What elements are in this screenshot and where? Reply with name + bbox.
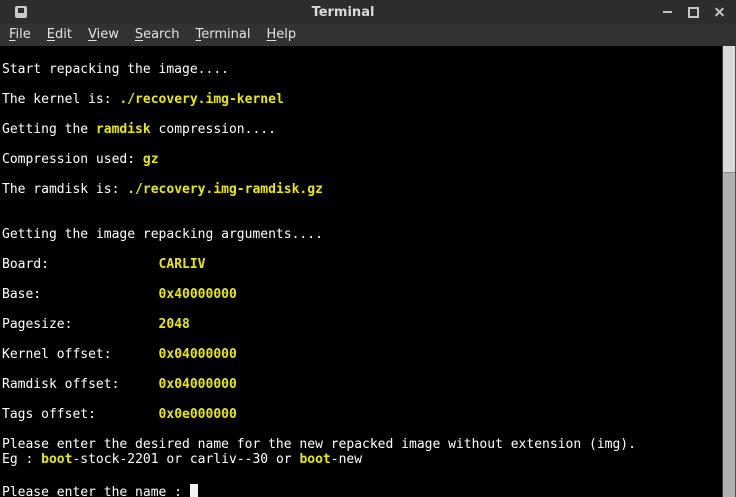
terminal-text-highlight: ./recovery.img-kernel [119, 92, 284, 107]
terminal-text-highlight: 0x04000000 [158, 347, 237, 362]
scrollbar-thumb[interactable] [723, 172, 735, 497]
terminal-line: Start repacking the image.... [2, 62, 722, 77]
terminal-text-highlight: ./recovery.img-ramdisk.gz [127, 182, 323, 197]
terminal-app-icon [15, 6, 27, 18]
terminal-text: Compression used: [2, 152, 143, 167]
terminal-text: -stock-2201 or carliv--30 or [72, 452, 300, 467]
terminal-text-highlight: ramdisk [95, 122, 151, 137]
terminal-text-highlight: 0x40000000 [158, 287, 237, 302]
terminal-line: Pagesize: 2048 [2, 317, 722, 332]
terminal-line: Board: CARLIV [2, 257, 722, 272]
terminal-text: compression.... [150, 122, 276, 137]
terminal-text: Start repacking the image.... [2, 62, 229, 77]
terminal-text: Board: [2, 257, 159, 272]
terminal-text: Getting the [2, 122, 96, 137]
terminal-line: Kernel offset: 0x04000000 [2, 347, 722, 362]
terminal-text-highlight: CARLIV [158, 257, 206, 272]
menu-help[interactable]: Help [258, 24, 304, 46]
text-cursor [189, 484, 198, 497]
maximize-icon [688, 6, 699, 18]
terminal-line: Ramdisk offset: 0x04000000 [2, 377, 722, 392]
terminal-line: Please enter the name : [2, 482, 722, 497]
menubar: File Edit View Search Terminal Help [0, 24, 736, 46]
terminal-text: -new [330, 452, 363, 467]
terminal-line: Eg : boot-stock-2201 or carliv--30 or bo… [2, 452, 722, 467]
window-controls [659, 4, 728, 21]
menu-file[interactable]: File [1, 24, 39, 46]
terminal-text: Please enter the desired name for the ne… [2, 437, 636, 452]
terminal-text: Tags offset: [2, 407, 159, 422]
menu-terminal[interactable]: Terminal [188, 24, 259, 46]
terminal-text: The ramdisk is: [2, 182, 128, 197]
terminal-text-highlight: boot [41, 452, 73, 467]
terminal-window: Terminal File Edit View Search Terminal Help … [0, 0, 736, 497]
titlebar[interactable]: Terminal [0, 0, 736, 24]
terminal-line: The kernel is: ./recovery.img-kernel [2, 92, 722, 107]
close-icon [714, 7, 725, 18]
terminal-line: Compression used: gz [2, 152, 722, 167]
menu-edit[interactable]: Edit [39, 24, 80, 46]
window-title: Terminal [311, 4, 375, 20]
terminal-text: Ramdisk offset: [2, 377, 159, 392]
terminal-line: Base: 0x40000000 [2, 287, 722, 302]
terminal-text-highlight: boot [299, 452, 331, 467]
terminal-text: Base: [2, 287, 159, 302]
terminal-line: The ramdisk is: ./recovery.img-ramdisk.g… [2, 182, 722, 197]
menu-search[interactable]: Search [127, 24, 188, 46]
terminal-text-highlight: 0x04000000 [158, 377, 237, 392]
terminal-text: Kernel offset: [2, 347, 159, 362]
menu-view[interactable]: View [80, 24, 127, 46]
terminal-line: Tags offset: 0x0e000000 [2, 407, 722, 422]
terminal-screen[interactable]: Start repacking the image.... The kernel … [0, 46, 722, 497]
terminal-line: Getting the image repacking arguments...… [2, 227, 722, 242]
terminal-text-highlight: 2048 [158, 317, 190, 332]
terminal-text: Eg : [2, 452, 42, 467]
terminal-text: Please enter the name : [2, 485, 190, 497]
terminal-text-highlight: 0x0e000000 [158, 407, 237, 422]
scrollbar[interactable] [722, 46, 736, 497]
minimize-button[interactable] [659, 4, 676, 21]
maximize-button[interactable] [685, 4, 702, 21]
terminal-text-highlight: gz [142, 152, 159, 167]
window-content: Start repacking the image.... The kernel … [0, 46, 736, 497]
terminal-line: Getting the ramdisk compression.... [2, 122, 722, 137]
terminal-text: The kernel is: [2, 92, 120, 107]
minimize-icon [663, 11, 672, 13]
close-button[interactable] [711, 4, 728, 21]
terminal-text: Getting the image repacking arguments...… [2, 227, 323, 242]
terminal-line: Please enter the desired name for the ne… [2, 437, 722, 452]
terminal-text: Pagesize: [2, 317, 159, 332]
